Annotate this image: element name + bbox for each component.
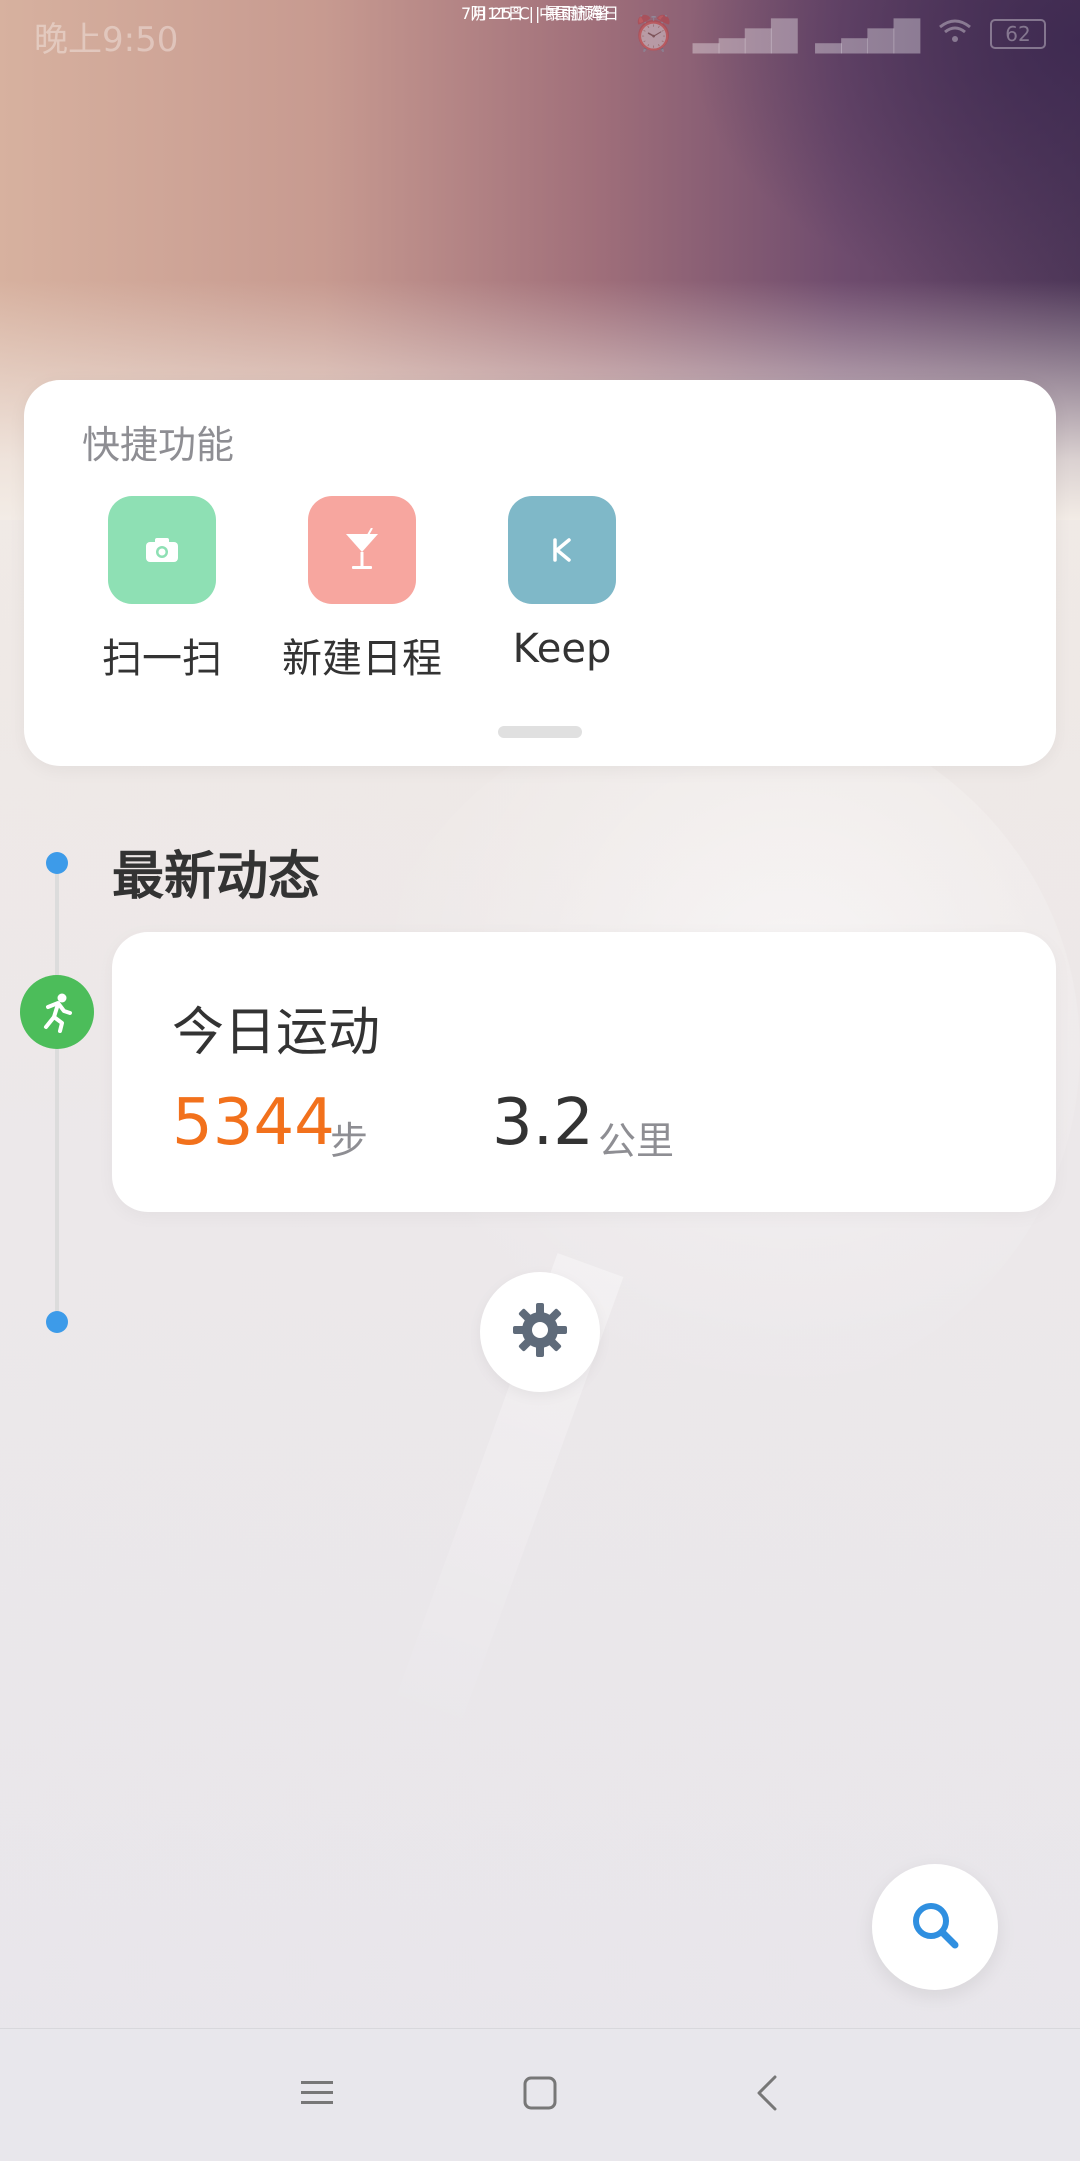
quick-item-label: 扫一扫 [102,636,222,682]
navigation-bar [0,2028,1080,2161]
distance-unit: 公里 [598,1119,675,1163]
keep-logo-icon [508,496,616,604]
search-button[interactable] [872,1864,998,1990]
home-button[interactable] [510,2065,570,2125]
menu-icon [300,2078,334,2112]
back-button[interactable] [737,2065,797,2125]
feed-title: 最新动态 [112,847,321,907]
menu-button[interactable] [287,2065,347,2125]
steps-unit: 步 [330,1119,369,1163]
cocktail-icon [308,496,416,604]
expand-handle[interactable] [498,726,582,738]
timeline-dot-bottom [46,1311,68,1333]
sport-card-title: 今日运动 [172,1003,381,1063]
distance-value: 3.2 [492,1086,594,1160]
camera-icon [108,496,216,604]
quick-item-label: Keep [512,626,612,672]
timeline-line [55,868,59,1322]
steps-value: 5344 [172,1086,335,1160]
running-icon [20,975,94,1049]
search-icon [909,1899,961,1955]
quick-item-scan[interactable]: 扫一扫 [72,496,252,684]
quick-item-keep[interactable]: Keep [472,496,652,672]
settings-button[interactable] [480,1272,600,1392]
chevron-left-icon [755,2075,779,2115]
sport-card[interactable]: 今日运动 5344 步 3.2 公里 [112,932,1056,1212]
quick-functions-title: 快捷功能 [82,423,235,467]
quick-item-label: 新建日程 [282,636,442,682]
home-square-icon [523,2076,557,2114]
timeline-dot-top [46,852,68,874]
date-line: 7月11日 | 中国航海日 [460,4,620,23]
quick-functions-card: 快捷功能 扫一扫 新建日程 Keep [24,380,1056,766]
quick-item-new-schedule[interactable]: 新建日程 [272,496,452,684]
gear-icon [511,1301,569,1363]
